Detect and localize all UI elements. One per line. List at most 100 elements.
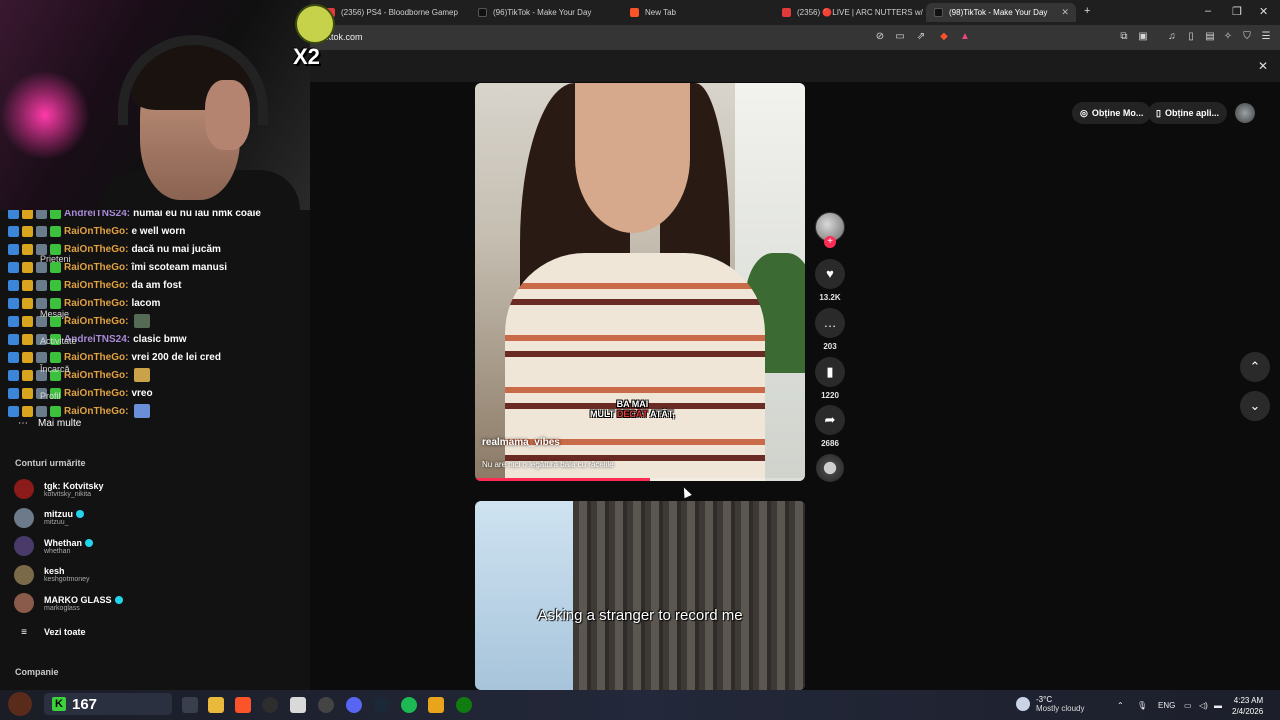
channel-points: K 167: [44, 693, 172, 715]
account-handle: kotvitsky_nikita: [44, 490, 92, 498]
chat-username[interactable]: RaiOnTheGo:: [64, 226, 128, 237]
calendar-icon[interactable]: [290, 697, 306, 713]
minimize-icon[interactable]: –: [1205, 5, 1211, 17]
video-author[interactable]: realmama_vibes: [482, 437, 560, 448]
chat-text: clasic bmw: [133, 333, 187, 345]
tab-tiktok-98[interactable]: (98)TikTok - Make Your Day ✕: [926, 3, 1076, 22]
sidebar-nav-item[interactable]: Activitate: [40, 336, 77, 346]
music-disc-icon[interactable]: [816, 454, 844, 482]
chat-username[interactable]: RaiOnTheGo:: [64, 244, 128, 255]
system-clock[interactable]: 4:23 AM 2/4/2026: [1232, 695, 1263, 717]
close-tab-icon[interactable]: ✕: [1061, 7, 1069, 18]
get-app-button[interactable]: ▯ Obține apli...: [1148, 102, 1227, 124]
get-mobile-button[interactable]: ◎ Obține Mo...: [1072, 102, 1152, 124]
following-account[interactable]: MARKO GLASS markoglass: [14, 590, 123, 616]
battery-icon[interactable]: ▬: [1214, 701, 1222, 710]
chat-username[interactable]: RaiOnTheGo:: [64, 388, 128, 399]
weather-widget[interactable]: -3°C Mostly cloudy: [1016, 695, 1084, 713]
close-window-icon[interactable]: ✕: [1259, 5, 1268, 18]
chat-badge-icon: [22, 315, 33, 327]
chat-message: RaiOnTheGo: da am fost: [8, 276, 181, 294]
chat-text: e well worn: [131, 225, 186, 237]
previous-video-button[interactable]: ⌃: [1240, 352, 1270, 382]
save-button[interactable]: ▮: [815, 357, 845, 387]
spotify-icon[interactable]: [401, 697, 417, 713]
rockstar-icon[interactable]: [428, 697, 444, 713]
chat-badge-icon: [22, 369, 33, 381]
chat-username[interactable]: RaiOnTheGo:: [64, 406, 128, 417]
tab-bloodborne[interactable]: (2356) PS4 - Bloodborne Gameplay: [318, 3, 458, 22]
tab-search-icon[interactable]: ▤: [1204, 31, 1216, 43]
new-tab-icon[interactable]: +: [1084, 5, 1090, 17]
video-card[interactable]: BA MAI MULT DECÂT ATÂT, realmama_vibes N…: [475, 83, 805, 481]
chat-username[interactable]: RaiOnTheGo:: [64, 370, 128, 381]
share-icon[interactable]: ⇗: [915, 31, 927, 43]
wallet-icon[interactable]: ▣: [1137, 31, 1149, 43]
steam-icon[interactable]: [373, 697, 389, 713]
obs-icon[interactable]: [262, 697, 278, 713]
microphone-icon[interactable]: 🎙: [1137, 701, 1147, 710]
chat-badge-icon: [36, 279, 47, 291]
next-video-button[interactable]: ⌄: [1240, 391, 1270, 421]
chat-text: vreo: [131, 387, 153, 399]
chrome-icon[interactable]: [318, 697, 334, 713]
menu-icon[interactable]: ☰: [1260, 31, 1272, 43]
rewards-icon[interactable]: ▲: [959, 31, 971, 43]
brave-shields-icon[interactable]: ◆: [938, 31, 950, 43]
chat-badge-icon: [36, 405, 47, 417]
music-icon[interactable]: ♫: [1166, 31, 1178, 43]
profile-avatar[interactable]: [1235, 103, 1255, 123]
comment-button[interactable]: …: [815, 308, 845, 338]
tab-live-arc[interactable]: (2356) 🔴LIVE | ARC NUTTERS w/ Cl: [774, 3, 924, 22]
video-caption: BA MAI MULT DECÂT ATÂT,: [590, 399, 675, 419]
extensions-icon[interactable]: ⧉: [1118, 31, 1130, 43]
vpn-icon[interactable]: ⛉: [1241, 31, 1253, 43]
multiplier-overlay: X2: [285, 4, 335, 70]
chat-badge-icon: [8, 351, 19, 363]
chat-username[interactable]: RaiOnTheGo:: [64, 280, 128, 291]
leo-ai-icon[interactable]: ✧: [1222, 31, 1234, 43]
sidebar-item-more[interactable]: ⋯ Mai multe: [18, 418, 81, 429]
chevron-down-icon: ⌄: [1249, 398, 1261, 413]
chat-username[interactable]: RaiOnTheGo:: [64, 352, 128, 363]
tab-new-tab[interactable]: New Tab: [622, 3, 762, 22]
tab-tiktok-96[interactable]: (96)TikTok - Make Your Day: [470, 3, 610, 22]
chat-username[interactable]: RaiOnTheGo:: [64, 316, 128, 327]
following-account[interactable]: Whethan whethan: [14, 533, 93, 559]
volume-icon[interactable]: ◁): [1199, 701, 1208, 710]
chat-username[interactable]: RaiOnTheGo:: [64, 262, 128, 273]
task-view-icon[interactable]: [182, 697, 198, 713]
network-icon[interactable]: ▭: [1184, 701, 1192, 710]
like-button[interactable]: ♥: [815, 259, 845, 289]
sidebar-nav-item[interactable]: Prieteni: [40, 254, 71, 264]
chat-badge-icon: [22, 351, 33, 363]
chat-username[interactable]: RaiOnTheGo:: [64, 298, 128, 309]
brave-browser-icon[interactable]: [235, 697, 251, 713]
sidebar-toggle-icon[interactable]: ▯: [1185, 31, 1197, 43]
language-indicator[interactable]: ENG: [1158, 701, 1175, 710]
sidebar-nav-item[interactable]: Profil: [40, 391, 61, 401]
close-infobar-icon[interactable]: ✕: [1258, 59, 1268, 73]
see-all-button[interactable]: ≡ Vezi toate: [14, 619, 85, 645]
maximize-icon[interactable]: ❐: [1232, 5, 1242, 18]
chat-emote-icon: [134, 368, 151, 382]
following-account[interactable]: tgk: Kotvitsky kotvitsky_nikita: [14, 476, 104, 502]
chat-badge-icon: [50, 279, 61, 291]
company-title[interactable]: Companie: [15, 667, 59, 677]
following-account[interactable]: kesh keshgotmoney: [14, 562, 90, 588]
follow-plus-icon[interactable]: +: [824, 236, 836, 248]
bookmark-icon: ▮: [826, 364, 834, 379]
tray-overflow-icon[interactable]: ⌃: [1117, 701, 1124, 710]
mute-icon[interactable]: ⊘: [874, 31, 886, 43]
cast-icon[interactable]: ▭: [894, 31, 906, 43]
share-button[interactable]: ➦: [815, 405, 845, 435]
discord-icon[interactable]: [346, 697, 362, 713]
sidebar-nav-item[interactable]: Încarcă: [40, 364, 70, 374]
file-explorer-icon[interactable]: [208, 697, 224, 713]
account-name: kesh: [44, 566, 65, 576]
video-progress-bar[interactable]: [475, 478, 805, 481]
xbox-icon[interactable]: [456, 697, 472, 713]
following-account[interactable]: mitzuu mitzuu_: [14, 505, 84, 531]
sidebar-nav-item[interactable]: Mesaje: [40, 309, 69, 319]
video-card[interactable]: Asking a stranger to record me: [475, 501, 805, 690]
